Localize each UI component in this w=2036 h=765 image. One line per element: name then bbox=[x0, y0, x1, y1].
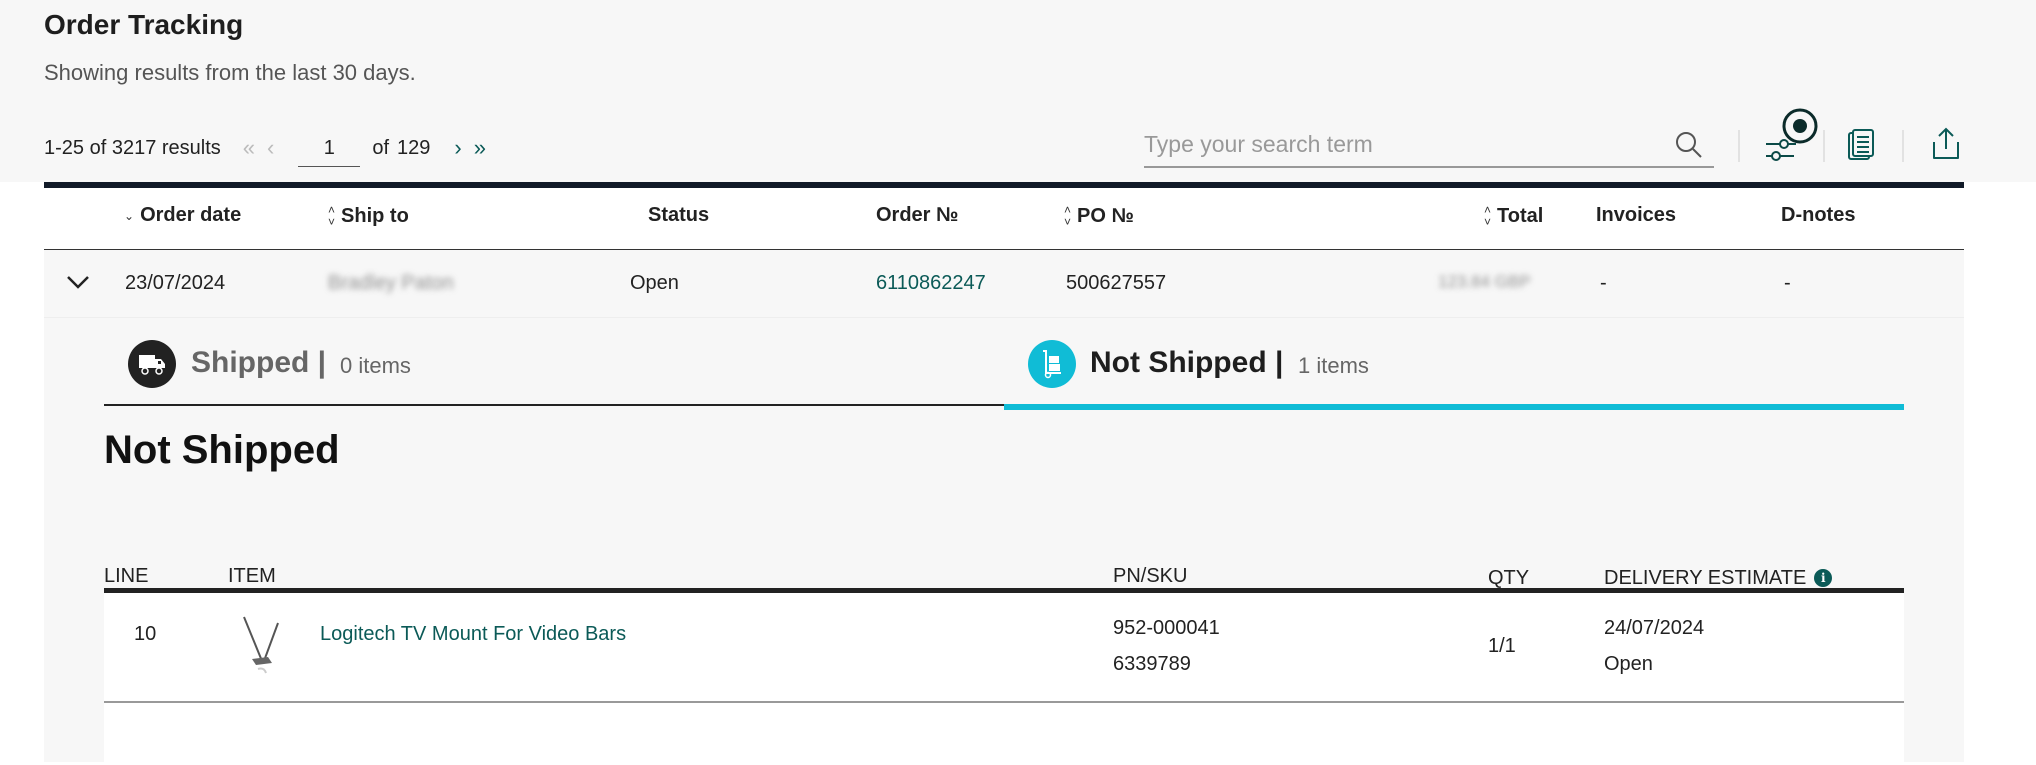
order-date: 23/07/2024 bbox=[125, 272, 226, 294]
order-total: 123.84 GBP bbox=[1438, 272, 1531, 291]
search-input[interactable] bbox=[1144, 124, 1714, 164]
col-header-order-no: Order № bbox=[876, 204, 959, 226]
items-table-footer bbox=[104, 703, 1904, 765]
col-header-total[interactable]: ˄ ˅ Total bbox=[1484, 204, 1543, 228]
col-header-po-no[interactable]: ˄ ˅ PO № bbox=[1064, 204, 1134, 228]
results-count: 1-25 of 3217 results bbox=[44, 136, 221, 159]
sort-desc-icon: ⌄ bbox=[124, 208, 135, 223]
tab-shipped-label: Shipped | bbox=[191, 346, 327, 379]
col-header-status: Status bbox=[648, 204, 710, 226]
order-status: Open bbox=[630, 272, 679, 294]
share-export-icon[interactable] bbox=[1930, 126, 1962, 167]
col-line: LINE bbox=[104, 565, 149, 587]
orders-table-header: ⌄ Order date ˄ ˅ Ship to Status Order № ˄… bbox=[44, 188, 1964, 250]
item-line-number: 10 bbox=[134, 623, 157, 645]
toolbar-divider bbox=[1823, 130, 1825, 162]
page-subtitle: Showing results from the last 30 days. bbox=[44, 60, 416, 85]
order-number-link[interactable]: 6110862247 bbox=[876, 272, 986, 295]
search-box bbox=[1144, 124, 1714, 168]
next-page-button[interactable]: › bbox=[454, 135, 461, 161]
ship-to: Bradley Paton bbox=[328, 272, 454, 294]
of-label: of bbox=[372, 136, 390, 159]
search-icon[interactable] bbox=[1674, 130, 1704, 165]
delivery-status: Open bbox=[1604, 653, 1653, 675]
product-thumbnail[interactable] bbox=[234, 613, 290, 683]
toolbar-divider bbox=[1902, 130, 1904, 162]
last-page-button[interactable]: » bbox=[474, 135, 486, 161]
item-name-link[interactable]: Logitech TV Mount For Video Bars bbox=[320, 623, 626, 646]
pagination: 1-25 of 3217 results « ‹ of 129 › » bbox=[44, 128, 498, 168]
tab-not-shipped-label: Not Shipped | bbox=[1090, 346, 1284, 379]
info-icon[interactable]: i bbox=[1814, 569, 1833, 587]
item-pn: 952-000041 bbox=[1113, 617, 1220, 639]
tab-not-shipped-count: 1 items bbox=[1298, 353, 1369, 378]
total-pages: 129 bbox=[397, 136, 431, 159]
tab-shipped-count: 0 items bbox=[340, 353, 411, 378]
item-qty: 1/1 bbox=[1488, 635, 1516, 657]
shipment-tabs: Shipped | 0 items Not Shipped | 1 items bbox=[104, 318, 1904, 410]
documents-icon[interactable] bbox=[1846, 128, 1876, 167]
list-item: 10 Logitech TV Mount For Video Bars 952-… bbox=[104, 593, 1904, 703]
col-item: ITEM bbox=[228, 565, 276, 587]
order-detail-panel: Shipped | 0 items Not Shipped | 1 items … bbox=[44, 318, 1964, 765]
collapse-chevron-icon[interactable] bbox=[64, 268, 92, 301]
invoices-value: - bbox=[1600, 272, 1607, 294]
page-title: Order Tracking bbox=[44, 9, 244, 40]
table-row[interactable]: 23/07/2024 Bradley Paton Open 6110862247… bbox=[44, 250, 1964, 318]
col-qty: QTY bbox=[1488, 567, 1530, 589]
items-table: LINE ITEM PN/SKU QTY DELIVERY ESTIMATE i … bbox=[104, 543, 1904, 765]
col-pn-sku: PN/SKU bbox=[1113, 565, 1188, 587]
col-header-invoices: Invoices bbox=[1596, 204, 1677, 226]
sort-icon: ˄ ˅ bbox=[328, 203, 336, 229]
col-delivery-estimate: DELIVERY ESTIMATE i bbox=[1604, 567, 1833, 590]
page-header: Order Tracking Showing results from the … bbox=[0, 0, 2036, 182]
first-page-button[interactable]: « bbox=[243, 135, 255, 161]
col-header-dnotes: D-notes bbox=[1781, 204, 1856, 226]
col-header-ship-to[interactable]: ˄ ˅ Ship to bbox=[328, 204, 409, 228]
tab-not-shipped[interactable]: Not Shipped | 1 items bbox=[1004, 318, 1904, 410]
prev-page-button[interactable]: ‹ bbox=[267, 135, 274, 161]
delivery-date: 24/07/2024 bbox=[1604, 617, 1705, 639]
sort-icon: ˄ ˅ bbox=[1064, 203, 1072, 229]
item-sku: 6339789 bbox=[1113, 653, 1191, 675]
filter-sliders-icon[interactable] bbox=[1762, 106, 1822, 167]
dnotes-value: - bbox=[1784, 272, 1791, 294]
truck-icon bbox=[128, 340, 176, 388]
po-number: 500627557 bbox=[1066, 272, 1167, 294]
section-heading: Not Shipped bbox=[104, 428, 340, 472]
page-number-input[interactable] bbox=[298, 129, 361, 167]
tab-shipped[interactable]: Shipped | 0 items bbox=[104, 318, 1004, 406]
col-header-order-date[interactable]: ⌄ Order date bbox=[124, 204, 241, 227]
toolbar-divider bbox=[1738, 130, 1740, 162]
items-table-header: LINE ITEM PN/SKU QTY DELIVERY ESTIMATE i bbox=[104, 543, 1904, 593]
sort-icon: ˄ ˅ bbox=[1484, 203, 1492, 229]
hand-truck-icon bbox=[1028, 340, 1076, 388]
